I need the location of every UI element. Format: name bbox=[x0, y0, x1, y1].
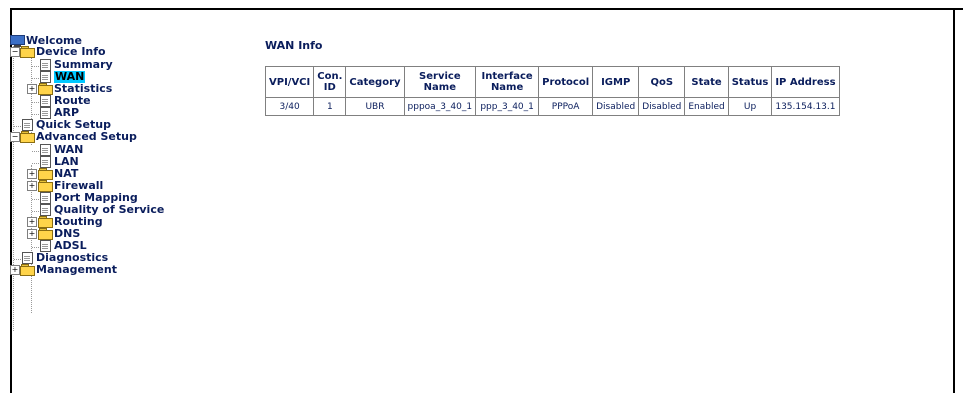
cell-qos: Disabled bbox=[638, 97, 686, 116]
expand-icon[interactable]: + bbox=[27, 229, 37, 239]
collapse-icon[interactable]: − bbox=[10, 132, 20, 142]
page-icon bbox=[38, 107, 52, 119]
column-header: QoS bbox=[638, 66, 686, 98]
column-header: IP Address bbox=[771, 66, 840, 98]
expand-icon[interactable]: + bbox=[27, 169, 37, 179]
column-header: IGMP bbox=[592, 66, 640, 98]
expand-icon[interactable]: + bbox=[10, 265, 20, 275]
cell-con-id: 1 bbox=[313, 97, 347, 116]
table-row: 3/40 1 UBR pppoa_3_40_1 ppp_3_40_1 PPPoA… bbox=[264, 97, 840, 116]
page-icon bbox=[38, 59, 52, 71]
folder-icon bbox=[38, 83, 53, 95]
page-title: WAN Info bbox=[265, 39, 323, 52]
column-header: Service Name bbox=[403, 66, 477, 98]
column-header: Interface Name bbox=[475, 66, 540, 98]
cell-igmp: Disabled bbox=[592, 97, 640, 116]
computer-icon bbox=[10, 35, 25, 47]
table-header-row: VPI/VCI Con. ID Category Service Name In… bbox=[264, 66, 840, 98]
folder-icon bbox=[38, 228, 53, 240]
cell-interface-name: ppp_3_40_1 bbox=[475, 97, 540, 116]
tree-line bbox=[13, 43, 14, 331]
cell-status: Up bbox=[727, 97, 773, 116]
expand-icon[interactable]: + bbox=[27, 181, 37, 191]
column-header: Protocol bbox=[538, 66, 594, 98]
expand-icon[interactable]: + bbox=[27, 84, 37, 94]
page-icon bbox=[38, 192, 52, 204]
frame-right-border bbox=[953, 8, 955, 393]
page-icon bbox=[38, 204, 52, 216]
folder-icon bbox=[38, 180, 53, 192]
wan-info-table: VPI/VCI Con. ID Category Service Name In… bbox=[264, 66, 840, 116]
cell-ip-address: 135.154.13.1 bbox=[771, 97, 840, 116]
expand-icon[interactable]: + bbox=[27, 217, 37, 227]
cell-vpi-vci: 3/40 bbox=[264, 97, 315, 116]
cell-protocol: PPPoA bbox=[538, 97, 594, 116]
cell-service-name: pppoa_3_40_1 bbox=[403, 97, 477, 116]
page-icon bbox=[38, 156, 52, 168]
folder-icon bbox=[20, 264, 35, 276]
column-header: VPI/VCI bbox=[264, 66, 315, 98]
page-icon bbox=[38, 240, 52, 252]
cell-category: UBR bbox=[345, 97, 405, 116]
cell-state: Enabled bbox=[684, 97, 729, 116]
column-header: Con. ID bbox=[313, 66, 347, 98]
column-header: Category bbox=[345, 66, 405, 98]
page-icon bbox=[20, 252, 34, 264]
page-icon bbox=[38, 71, 52, 83]
page-icon bbox=[20, 119, 34, 131]
column-header: State bbox=[684, 66, 729, 98]
folder-open-icon bbox=[20, 46, 35, 58]
page-icon bbox=[38, 95, 52, 107]
collapse-icon[interactable]: − bbox=[10, 47, 20, 57]
folder-icon bbox=[38, 216, 53, 228]
folder-icon bbox=[38, 168, 53, 180]
column-header: Status bbox=[727, 66, 773, 98]
folder-open-icon bbox=[20, 131, 35, 143]
page-icon bbox=[38, 144, 52, 156]
